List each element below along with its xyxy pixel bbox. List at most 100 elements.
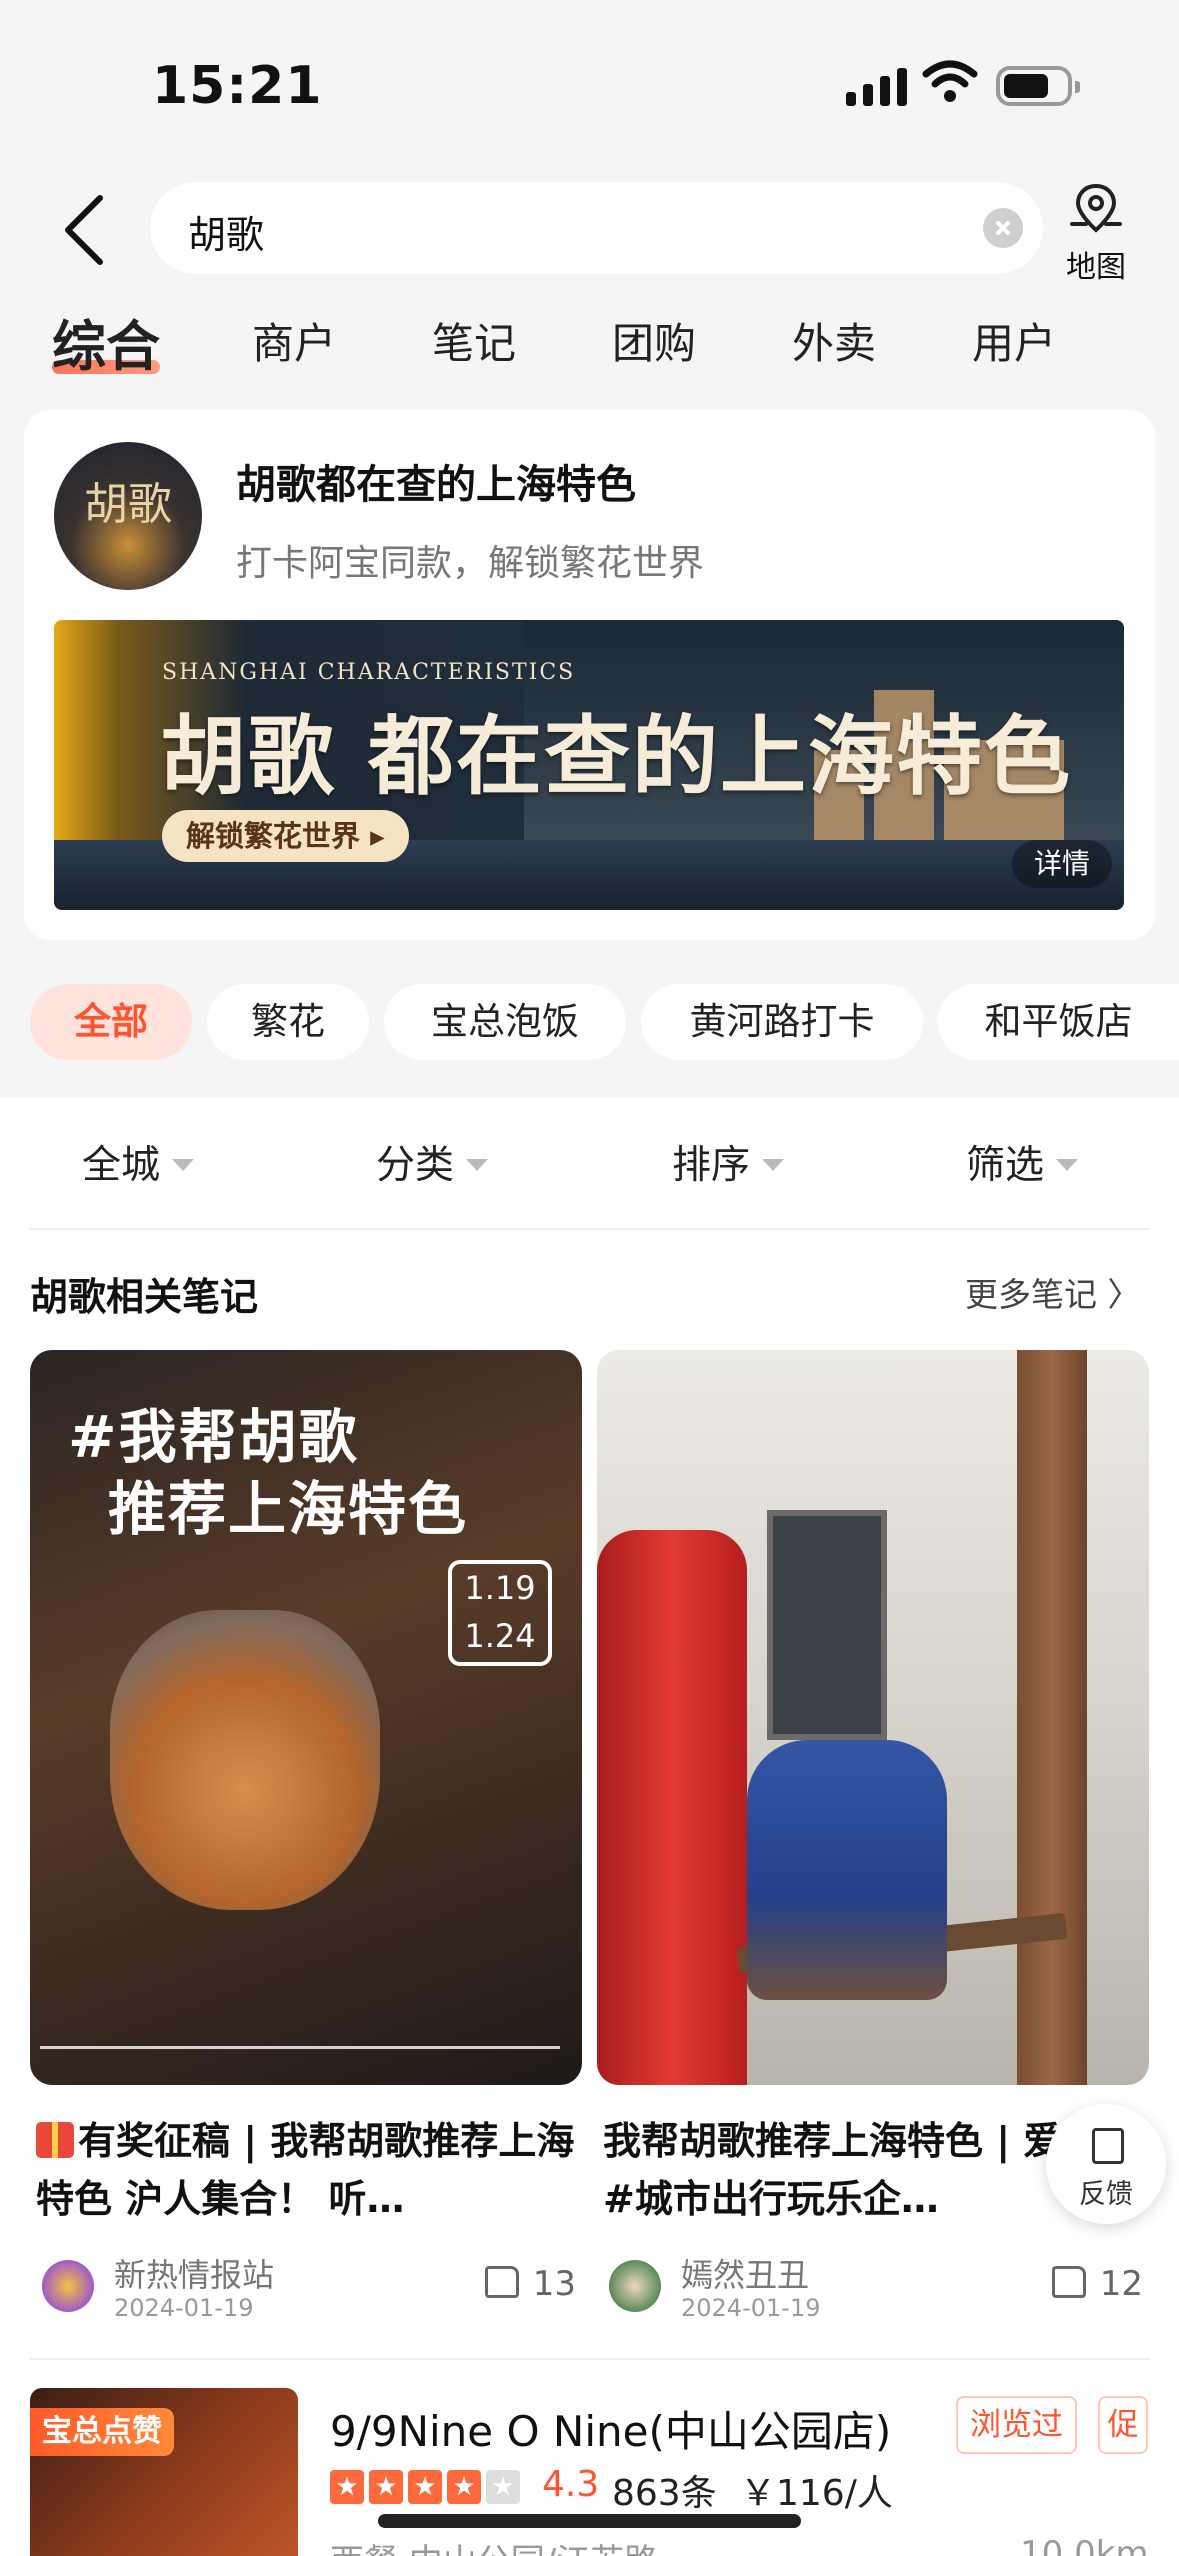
- thumbs-up-icon: [484, 2266, 519, 2298]
- shop-location: 西餐 中山公园/江苏路: [330, 2534, 658, 2556]
- wifi-icon: [922, 60, 978, 102]
- caret-down-icon: [466, 1158, 489, 1171]
- avatar[interactable]: [42, 2260, 94, 2312]
- filter-bar: 全城 分类 排序 筛选: [0, 1098, 1179, 1228]
- tab-merchants[interactable]: 商户: [252, 310, 336, 371]
- note-date: 2024-01-19: [114, 2294, 254, 2322]
- star-icon: [369, 2470, 403, 2504]
- note-date: 2024-01-19: [681, 2294, 821, 2322]
- map-pin-icon: [1070, 183, 1122, 233]
- decorative-line: [40, 2046, 560, 2049]
- search-header: 胡歌 地图: [0, 170, 1179, 290]
- battery-icon: [996, 66, 1080, 106]
- cellular-signal-icon: [846, 66, 907, 106]
- date-range-end: 1.24: [464, 1617, 536, 1655]
- banner-detail-button[interactable]: 详情: [1012, 840, 1113, 888]
- note-cover-image: #我帮胡歌 推荐上海特色 1.19 1.24: [30, 1350, 582, 2085]
- chip-fanhua[interactable]: 繁花: [207, 984, 369, 1060]
- like-button[interactable]: 12: [1051, 2264, 1143, 2304]
- note-cover-image: [597, 1350, 1149, 2085]
- viewed-tag: 浏览过: [956, 2396, 1077, 2454]
- status-time: 15:21: [152, 56, 323, 116]
- person-image: [747, 1740, 947, 2000]
- edit-icon: [1092, 2128, 1124, 2164]
- promo-avatar-text: 胡歌: [84, 479, 172, 530]
- tab-notes[interactable]: 笔记: [432, 310, 516, 371]
- caret-down-icon: [172, 1158, 195, 1171]
- status-bar: 15:21: [0, 0, 1179, 170]
- like-count: 12: [1099, 2264, 1143, 2304]
- star-icon: [408, 2470, 442, 2504]
- promo-avatar: 胡歌: [54, 442, 202, 590]
- promo-card[interactable]: 胡歌 胡歌都在查的上海特色 打卡阿宝同款，解锁繁花世界 SHANGHAI CHA…: [24, 410, 1155, 940]
- note-cover-text: 推荐上海特色: [108, 1475, 469, 1543]
- search-query: 胡歌: [188, 213, 265, 257]
- promo-tag: 促: [1098, 2396, 1148, 2454]
- tree-image: [1017, 1350, 1087, 2085]
- result-tabs: 综合 商户 笔记 团购 外卖 用户: [0, 300, 1179, 380]
- promo-subtitle: 打卡阿宝同款，解锁繁花世界: [236, 543, 705, 584]
- filter-category-label: 分类: [376, 1143, 455, 1188]
- filter-screen[interactable]: 筛选: [966, 1134, 1079, 1190]
- home-indicator[interactable]: [378, 2514, 801, 2528]
- chip-all[interactable]: 全部: [30, 984, 192, 1060]
- banner-english-caption: SHANGHAI CHARACTERISTICS: [162, 660, 576, 685]
- review-count: 863条: [612, 2473, 717, 2514]
- gift-icon: [36, 2122, 74, 2158]
- divider: [30, 1228, 1150, 1230]
- tab-users[interactable]: 用户: [972, 310, 1056, 371]
- filter-sort[interactable]: 排序: [672, 1134, 785, 1190]
- caret-down-icon: [762, 1158, 785, 1171]
- notes-section-title: 胡歌相关笔记: [30, 1275, 259, 1319]
- search-input[interactable]: 胡歌: [150, 182, 1043, 274]
- note-author-row: 新热情报站 2024-01-19 13: [36, 2250, 576, 2330]
- like-count: 13: [532, 2264, 576, 2304]
- tab-group-buy[interactable]: 团购: [612, 310, 696, 371]
- unlock-world-button[interactable]: 解锁繁花世界 ▸: [162, 810, 409, 862]
- filter-screen-label: 筛选: [966, 1143, 1045, 1188]
- filter-city-label: 全城: [82, 1143, 161, 1188]
- back-icon[interactable]: [50, 190, 130, 270]
- star-icon: [447, 2470, 481, 2504]
- filter-sort-label: 排序: [672, 1143, 751, 1188]
- date-range-start: 1.19: [464, 1569, 536, 1607]
- keyword-chips: 全部 繁花 宝总泡饭 黄河路打卡 和平饭店: [0, 984, 1179, 1060]
- tab-all[interactable]: 综合: [52, 302, 160, 381]
- price-per-person: ￥116/人: [740, 2473, 893, 2514]
- divider: [30, 2358, 1150, 2360]
- rating-value: 4.3: [542, 2464, 600, 2505]
- chip-baozong[interactable]: 宝总泡饭: [384, 984, 626, 1060]
- window-image: [767, 1510, 887, 1740]
- feedback-label: 反馈: [1079, 2179, 1133, 2210]
- cookie-bag-image: [110, 1610, 380, 1910]
- author-name[interactable]: 嫣然丑丑: [681, 2250, 809, 2296]
- promo-banner[interactable]: SHANGHAI CHARACTERISTICS 胡歌 都在查的上海特色 解锁繁…: [54, 620, 1124, 910]
- date-range-badge: 1.19 1.24: [448, 1560, 552, 1666]
- map-label: 地图: [1066, 250, 1126, 285]
- star-rating: [330, 2470, 520, 2504]
- chip-peace-hotel[interactable]: 和平饭店: [938, 984, 1179, 1060]
- map-button[interactable]: 地图: [1058, 180, 1134, 285]
- author-name[interactable]: 新热情报站: [114, 2250, 274, 2296]
- banner-title: 胡歌 都在查的上海特色: [160, 707, 1072, 807]
- feedback-button[interactable]: 反馈: [1046, 2104, 1166, 2224]
- caret-down-icon: [1056, 1158, 1079, 1171]
- chip-huanghe-road[interactable]: 黄河路打卡: [641, 984, 923, 1060]
- note-title-text: 有奖征稿 | 我帮胡歌推荐上海特色 沪人集合！ 听…: [36, 2119, 575, 2221]
- avatar[interactable]: [609, 2260, 661, 2312]
- red-mailbox-image: [597, 1530, 747, 2085]
- more-notes-link[interactable]: 更多笔记 〉: [965, 1268, 1141, 1316]
- star-icon: [330, 2470, 364, 2504]
- results-panel: 全城 分类 排序 筛选 胡歌相关笔记 更多笔记 〉 #我帮胡歌 推荐上海特色 1…: [0, 1098, 1179, 2556]
- like-button[interactable]: 13: [484, 2264, 576, 2304]
- shop-distance: 10.0km: [1020, 2534, 1149, 2556]
- shop-name[interactable]: 9/9Nine O Nine(中山公园店): [330, 2398, 891, 2459]
- thumbs-up-icon: [1051, 2266, 1086, 2298]
- filter-city[interactable]: 全城: [82, 1134, 195, 1190]
- clear-search-icon[interactable]: [983, 208, 1023, 248]
- filter-category[interactable]: 分类: [376, 1134, 489, 1190]
- tab-takeout[interactable]: 外卖: [792, 310, 876, 371]
- promo-title: 胡歌都在查的上海特色: [236, 462, 636, 508]
- star-icon: [486, 2470, 520, 2504]
- shop-thumbnail[interactable]: 宝总点赞: [30, 2388, 298, 2556]
